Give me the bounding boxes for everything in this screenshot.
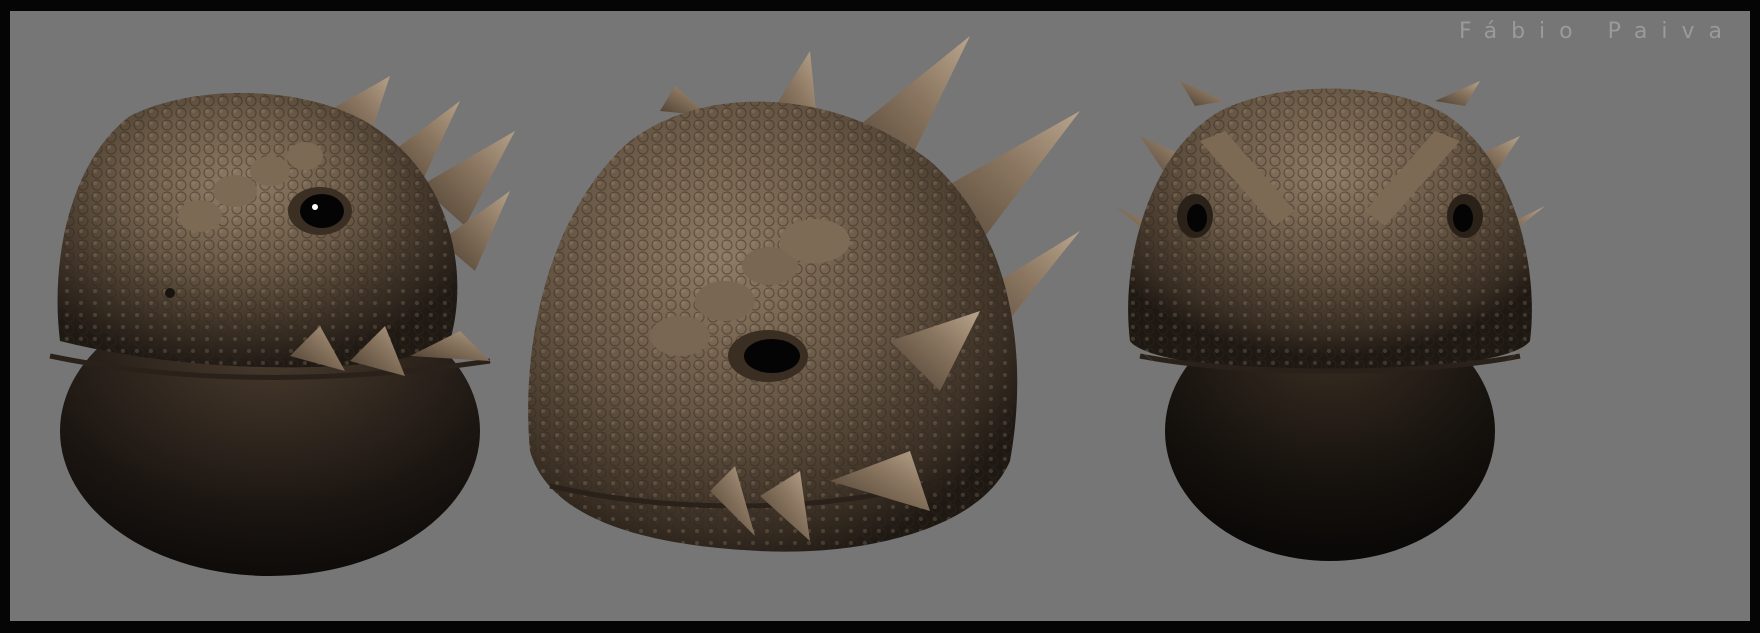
render-canvas: Fábio Paiva — [10, 11, 1750, 621]
render-frame: Fábio Paiva — [0, 0, 1760, 633]
three-quarter-left-view — [20, 11, 580, 621]
three-quarter-front-view — [510, 11, 1110, 621]
front-view — [1100, 11, 1560, 621]
